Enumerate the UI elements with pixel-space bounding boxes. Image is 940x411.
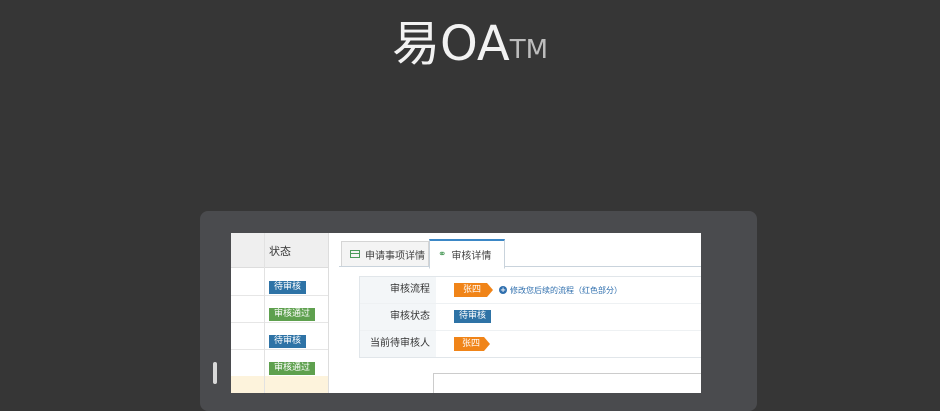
comment-input[interactable] (433, 373, 701, 393)
current-reviewer-label: 当前待审核人 (370, 338, 430, 349)
status-column-header: 状态 (269, 245, 291, 258)
tab-label: 审核详情 (451, 251, 492, 262)
status-badge: 待审核 (269, 335, 307, 348)
status-badge: 待审核 (269, 281, 307, 294)
current-reviewer-tag[interactable]: 张四 (454, 337, 491, 351)
tab-review-details[interactable]: ⚭ 审核详情 (429, 239, 505, 269)
modify-flow-link[interactable]: 修改您后续的流程（红色部分） (510, 285, 622, 296)
table-row[interactable]: 审核通过 (231, 295, 329, 323)
review-status-badge: 待审核 (454, 310, 492, 323)
table-icon (350, 250, 360, 258)
flow-person-tag[interactable]: 张四 (454, 283, 494, 297)
scroll-handle[interactable] (213, 362, 217, 384)
review-flow-label: 审核流程 (390, 284, 430, 295)
table-border (328, 233, 329, 393)
brand-logo: 易OATM (0, 14, 940, 74)
review-status-label: 审核状态 (390, 311, 430, 322)
column-divider (264, 233, 265, 393)
table-row-highlighted[interactable] (231, 376, 329, 393)
review-details-panel: 审核流程 张四 + 修改您后续的流程（红色部分） 审核状态 待审核 当前待审核人… (359, 276, 701, 358)
trademark-mark: TM (509, 35, 549, 65)
tab-bar: 申请事项详情 ⚭ 审核详情 (339, 239, 701, 269)
plus-circle-icon: + (499, 286, 508, 294)
review-status-row: 审核状态 待审核 (360, 304, 701, 331)
status-badge: 审核通过 (269, 308, 316, 321)
table-row[interactable]: 待审核 (231, 322, 329, 350)
table-row[interactable]: 审核通过 (231, 349, 329, 377)
tab-label: 申请事项详情 (365, 250, 425, 262)
brand-name: 易OA (391, 16, 510, 72)
status-badge: 审核通过 (269, 362, 316, 375)
status-table: 状态 待审核 审核通过 待审核 审核通过 (231, 233, 329, 393)
table-header: 状态 (231, 233, 329, 268)
app-screenshot: 状态 待审核 审核通过 待审核 审核通过 申请事项详情 ⚭ 审核详情 审核流程 (231, 233, 701, 393)
review-flow-row: 审核流程 张四 + 修改您后续的流程（红色部分） (360, 277, 701, 304)
table-row[interactable]: 待审核 (231, 268, 329, 296)
link-icon: ⚭ (438, 248, 447, 260)
tab-application-details[interactable]: 申请事项详情 (341, 241, 429, 266)
current-reviewer-row: 当前待审核人 张四 (360, 331, 701, 357)
